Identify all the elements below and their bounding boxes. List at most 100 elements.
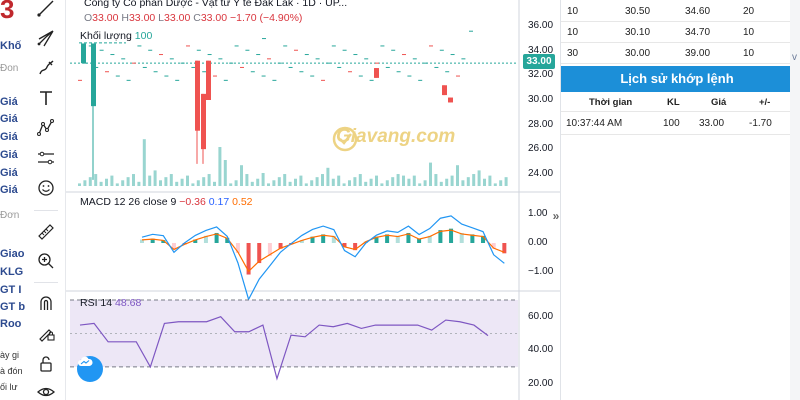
price-axis-tick: 36.00 xyxy=(528,20,554,32)
left-fragment: Giá xyxy=(0,131,18,143)
candle-body xyxy=(206,60,211,100)
volume-bar xyxy=(456,165,459,186)
volume-bar xyxy=(385,180,389,186)
left-fragment: GT I xyxy=(0,284,22,296)
volume-bar xyxy=(331,178,335,186)
volume-bar xyxy=(277,177,281,186)
zoom-in-icon[interactable] xyxy=(32,249,60,273)
volume-bar xyxy=(429,162,432,186)
fork-tool-icon[interactable] xyxy=(32,26,60,50)
candle-body xyxy=(448,97,453,103)
volume-bar xyxy=(402,175,405,186)
volume-bar xyxy=(407,178,411,186)
volume-bar xyxy=(110,175,114,186)
volume-bar xyxy=(288,181,292,186)
chart-panel[interactable]: Công ty Cổ phần Dược - Vật tư Y tế Đắk L… xyxy=(66,0,560,400)
magnet-icon[interactable] xyxy=(32,291,60,315)
volume-bar xyxy=(142,139,146,186)
volume-bar xyxy=(213,181,216,186)
volume-bar xyxy=(445,178,449,186)
chart-logo-icon[interactable] xyxy=(77,356,103,382)
order-book-cell: 10 xyxy=(567,27,579,38)
left-fragment: à đón xyxy=(0,366,23,376)
volume-bar xyxy=(358,174,362,186)
volume-bar xyxy=(348,180,351,186)
watermark: Giavang.com xyxy=(332,126,455,152)
macd-line xyxy=(141,215,505,301)
right-page-edge: v xyxy=(790,0,800,400)
order-book-cell: 34.70 xyxy=(685,27,711,38)
rsi-axis-tick: 60.00 xyxy=(528,310,554,322)
volume-bar xyxy=(315,177,319,186)
toolbar-divider xyxy=(34,282,58,283)
left-fragment: Đon xyxy=(0,63,19,74)
volume-bar xyxy=(229,183,233,186)
match-history-title: Lịch sử khớp lệnh xyxy=(561,66,793,92)
left-fragment: Giá xyxy=(0,167,18,179)
left-fragment: GT b xyxy=(0,301,26,313)
brush-tool-icon[interactable] xyxy=(32,56,60,80)
volume-bar xyxy=(461,180,465,186)
order-book-cell: 39.00 xyxy=(685,48,711,59)
emoji-icon[interactable] xyxy=(32,176,60,200)
right-edge-fragment: v xyxy=(792,52,797,63)
volume-bar xyxy=(353,177,357,186)
chart-title: Công ty Cổ phần Dược - Vật tư Y tế Đắk L… xyxy=(84,0,348,9)
rsi-axis-tick: 20.00 xyxy=(528,377,554,389)
left-fragment: Giá xyxy=(0,149,18,161)
volume-bar xyxy=(240,165,243,186)
price-axis-tick: 24.00 xyxy=(528,167,554,179)
candle-body xyxy=(91,43,96,107)
text-tool-icon[interactable] xyxy=(32,86,60,110)
volume-bar xyxy=(196,180,200,186)
lock-icon[interactable] xyxy=(32,352,60,376)
eye-icon[interactable] xyxy=(32,380,60,400)
volume-bar xyxy=(499,180,503,186)
volume-bar xyxy=(223,160,227,186)
volume-bar xyxy=(202,177,206,186)
left-page-strip: 3 Khố Đon Giá Giá Giá Giá Giá Giá Đơn Giao KLG GT I… xyxy=(0,0,26,400)
price-axis-tick: 26.00 xyxy=(528,143,554,155)
volume-bar xyxy=(504,177,508,186)
order-book-cell: 30.50 xyxy=(625,6,651,17)
price-axis-tick: 32.00 xyxy=(528,69,554,81)
volume-bar xyxy=(99,181,103,186)
volume-bar xyxy=(304,183,308,186)
volume-bar xyxy=(261,173,265,186)
left-fragment: Roo xyxy=(0,318,22,330)
candle-body xyxy=(374,68,379,78)
order-book-cell: 10 xyxy=(743,48,755,59)
volume-bar xyxy=(126,177,130,186)
order-book-cell: 20 xyxy=(743,6,755,17)
lock-draw-icon[interactable] xyxy=(32,321,60,345)
pattern-tool-icon[interactable] xyxy=(32,116,60,140)
candle-body xyxy=(81,43,86,64)
volume-bar xyxy=(83,180,87,186)
order-book-cell: 10 xyxy=(567,6,579,17)
left-fragment: KLG xyxy=(0,266,24,278)
order-book-cell: 34.60 xyxy=(685,6,711,17)
volume-bar xyxy=(483,178,486,186)
measure-tool-icon[interactable] xyxy=(32,146,60,170)
volume-bar xyxy=(310,180,314,186)
left-fragment: ối lư xyxy=(0,382,18,392)
volume-bar xyxy=(434,174,438,186)
volume-bar xyxy=(267,183,270,186)
volume-bar xyxy=(418,183,422,186)
line-tool-icon[interactable] xyxy=(32,0,60,20)
volume-bar xyxy=(137,181,141,186)
volume-bar xyxy=(337,175,341,186)
volume-bar xyxy=(488,175,492,186)
order-book-cell: 30.00 xyxy=(625,48,651,59)
volume-bar xyxy=(364,181,368,186)
volume-bar xyxy=(245,174,249,186)
macd-legend: MACD 12 26 close 9 −0.36 0.17 0.52 xyxy=(80,196,253,208)
ruler-icon[interactable] xyxy=(32,220,60,244)
volume-bar xyxy=(299,175,303,186)
left-fragment: Khố xyxy=(0,40,22,52)
volume-bar xyxy=(375,175,378,186)
rsi-axis-tick: 40.00 xyxy=(528,344,554,356)
left-fragment: Giá xyxy=(0,184,18,196)
volume-bar xyxy=(326,167,330,186)
order-book-cell: 10 xyxy=(743,27,755,38)
